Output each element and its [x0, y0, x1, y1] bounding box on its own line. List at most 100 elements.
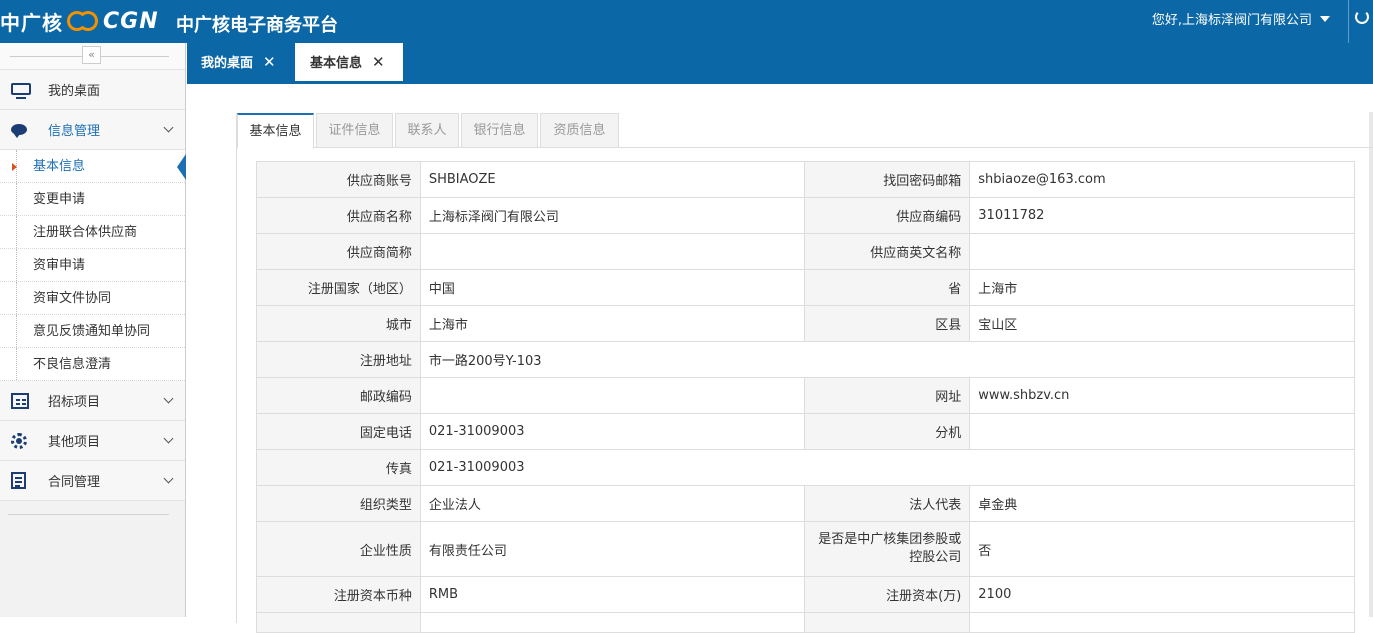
sidebar-item-label: 信息管理: [48, 124, 101, 139]
field-label: 找回密码邮箱: [804, 161, 971, 198]
field-label: 固定电话: [256, 413, 421, 450]
field-label: 城市: [256, 305, 421, 342]
sidebar: « 我的桌面 信息管理 基本信息 变更申请 注册联合体供应商 资审申请 资审文件…: [0, 43, 186, 617]
field-value: 卓金典: [969, 485, 1355, 522]
tab-certificates[interactable]: 证件信息: [316, 113, 393, 148]
field-value: 31011782: [969, 197, 1355, 234]
field-label: 邮政编码: [256, 377, 421, 414]
field-label: 分机: [804, 413, 971, 450]
field-label: 注册资本币种: [256, 576, 421, 613]
field-value: shbiaoze@163.com: [969, 161, 1355, 198]
top-header: 中广核 CGN 中广核电子商务平台 您好,上海标泽阀门有限公司: [0, 0, 1373, 43]
user-greeting-text: 您好,上海标泽阀门有限公司: [1151, 13, 1312, 28]
table-row: 供应商名称 上海标泽阀门有限公司 供应商编码 31011782: [256, 197, 1355, 234]
header-divider: [1348, 0, 1349, 43]
field-label: 组织类型: [256, 485, 421, 522]
field-value: [969, 233, 1355, 270]
tab-contacts[interactable]: 联系人: [395, 113, 459, 148]
field-label: 区县: [804, 305, 971, 342]
cgn-logo: 中广核 CGN: [0, 5, 159, 37]
table-row: [256, 612, 1355, 633]
field-value: 上海市: [419, 305, 806, 342]
sidebar-item-label: 招标项目: [48, 395, 101, 410]
supplier-info-table: 供应商账号 SHBIAOZE 找回密码邮箱 shbiaoze@163.com 供…: [256, 161, 1356, 633]
table-row: 企业性质 有限责任公司 是否是中广核集团参股或控股公司 否: [256, 521, 1355, 577]
field-label: 省: [804, 269, 971, 306]
sidebar-subitem-change-request[interactable]: 变更申请: [0, 183, 185, 216]
table-row: 固定电话 021-31009003 分机: [256, 413, 1355, 450]
field-value: [419, 377, 806, 414]
gear-icon: [11, 432, 27, 449]
chevron-down-icon: [163, 473, 174, 484]
user-menu[interactable]: 您好,上海标泽阀门有限公司: [1152, 9, 1330, 28]
sidebar-item-tender[interactable]: 招标项目: [0, 381, 185, 421]
field-value: www.shbzv.cn: [969, 377, 1355, 414]
info-tabs: 基本信息 证件信息 联系人 银行信息 资质信息: [237, 113, 1373, 149]
chat-icon: [11, 124, 27, 138]
close-icon[interactable]: ✕: [372, 53, 385, 71]
tab-bank-info[interactable]: 银行信息: [461, 113, 538, 148]
page-tab-bar: 我的桌面 ✕ 基本信息 ✕: [187, 43, 1373, 81]
field-value: 有限责任公司: [419, 521, 806, 577]
sidebar-item-other-projects[interactable]: 其他项目: [0, 421, 185, 461]
sidebar-item-label: 合同管理: [48, 475, 101, 490]
sidebar-item-contracts[interactable]: 合同管理: [0, 461, 185, 501]
field-value: 中国: [419, 269, 806, 306]
field-label: 供应商简称: [256, 233, 421, 270]
tab-qualifications[interactable]: 资质信息: [540, 113, 619, 148]
sidebar-subitem-clarification[interactable]: 不良信息澄清: [0, 348, 185, 381]
field-value: 021-31009003: [419, 413, 806, 450]
info-management-submenu: 基本信息 变更申请 注册联合体供应商 资审申请 资审文件协同 意见反馈通知单协同…: [0, 150, 186, 381]
table-row: 供应商简称 供应商英文名称: [256, 233, 1355, 270]
table-row: 注册国家（地区） 中国 省 上海市: [256, 269, 1355, 306]
field-label: 供应商名称: [256, 197, 421, 234]
monitor-icon: [11, 82, 31, 99]
sidebar-subitem-qualification-apply[interactable]: 资审申请: [0, 249, 185, 282]
field-label: 注册资本(万): [804, 576, 971, 613]
field-label: 法人代表: [804, 485, 971, 522]
platform-title: 中广核电子商务平台: [176, 15, 338, 36]
sidebar-subitem-feedback[interactable]: 意见反馈通知单协同: [0, 315, 185, 348]
table-row: 城市 上海市 区县 宝山区: [256, 305, 1355, 342]
field-label: 传真: [256, 449, 421, 486]
table-row: 组织类型 企业法人 法人代表 卓金典: [256, 485, 1355, 522]
close-icon[interactable]: ✕: [263, 53, 276, 71]
contract-icon: [11, 472, 26, 489]
sidebar-subitem-qualification-docs[interactable]: 资审文件协同: [0, 282, 185, 315]
table-row: 供应商账号 SHBIAOZE 找回密码邮箱 shbiaoze@163.com: [256, 161, 1355, 198]
sidebar-item-info-management[interactable]: 信息管理: [0, 110, 185, 150]
sidebar-collapse-row: «: [0, 43, 185, 70]
chevron-down-icon: [163, 433, 174, 444]
tab-basic-info[interactable]: 基本信息 ✕: [295, 43, 403, 81]
active-arrow-icon: [12, 163, 17, 171]
collapse-sidebar-button[interactable]: «: [82, 46, 101, 64]
field-value: 市一路200号Y-103: [419, 341, 1356, 378]
tender-grid-icon: [11, 392, 29, 409]
field-label: 供应商编码: [804, 197, 971, 234]
field-value: 否: [969, 521, 1355, 577]
field-value: [969, 413, 1355, 450]
sidebar-subitem-consortium[interactable]: 注册联合体供应商: [0, 216, 185, 249]
active-pointer-icon: [177, 154, 186, 180]
field-value: 宝山区: [969, 305, 1355, 342]
logo-en-text: CGN: [103, 8, 159, 34]
field-value: 企业法人: [419, 485, 806, 522]
main-content: 基本信息 证件信息 联系人 银行信息 资质信息 供应商账号 SHBIAOZE 找…: [187, 84, 1373, 633]
sidebar-subitem-basic-info[interactable]: 基本信息: [0, 150, 186, 183]
field-label: 是否是中广核集团参股或控股公司: [804, 521, 971, 577]
logout-icon[interactable]: [1355, 10, 1369, 24]
table-row: 传真 021-31009003: [256, 449, 1356, 486]
table-row: 注册资本币种 RMB 注册资本(万) 2100: [256, 576, 1355, 613]
chevron-down-icon: [163, 122, 174, 133]
chevron-down-icon: [163, 393, 174, 404]
field-value: 2100: [969, 576, 1355, 613]
logo-cn-text: 中广核: [0, 10, 63, 35]
sidebar-item-desktop[interactable]: 我的桌面: [0, 70, 185, 110]
table-row: 注册地址 市一路200号Y-103: [256, 341, 1356, 378]
field-value: 上海市: [969, 269, 1355, 306]
caret-down-icon: [1320, 15, 1330, 22]
tab-my-desktop[interactable]: 我的桌面 ✕: [201, 43, 276, 81]
sidebar-divider: [8, 501, 169, 515]
field-label: 供应商账号: [256, 161, 421, 198]
tab-basic-info-inner[interactable]: 基本信息: [237, 113, 314, 149]
